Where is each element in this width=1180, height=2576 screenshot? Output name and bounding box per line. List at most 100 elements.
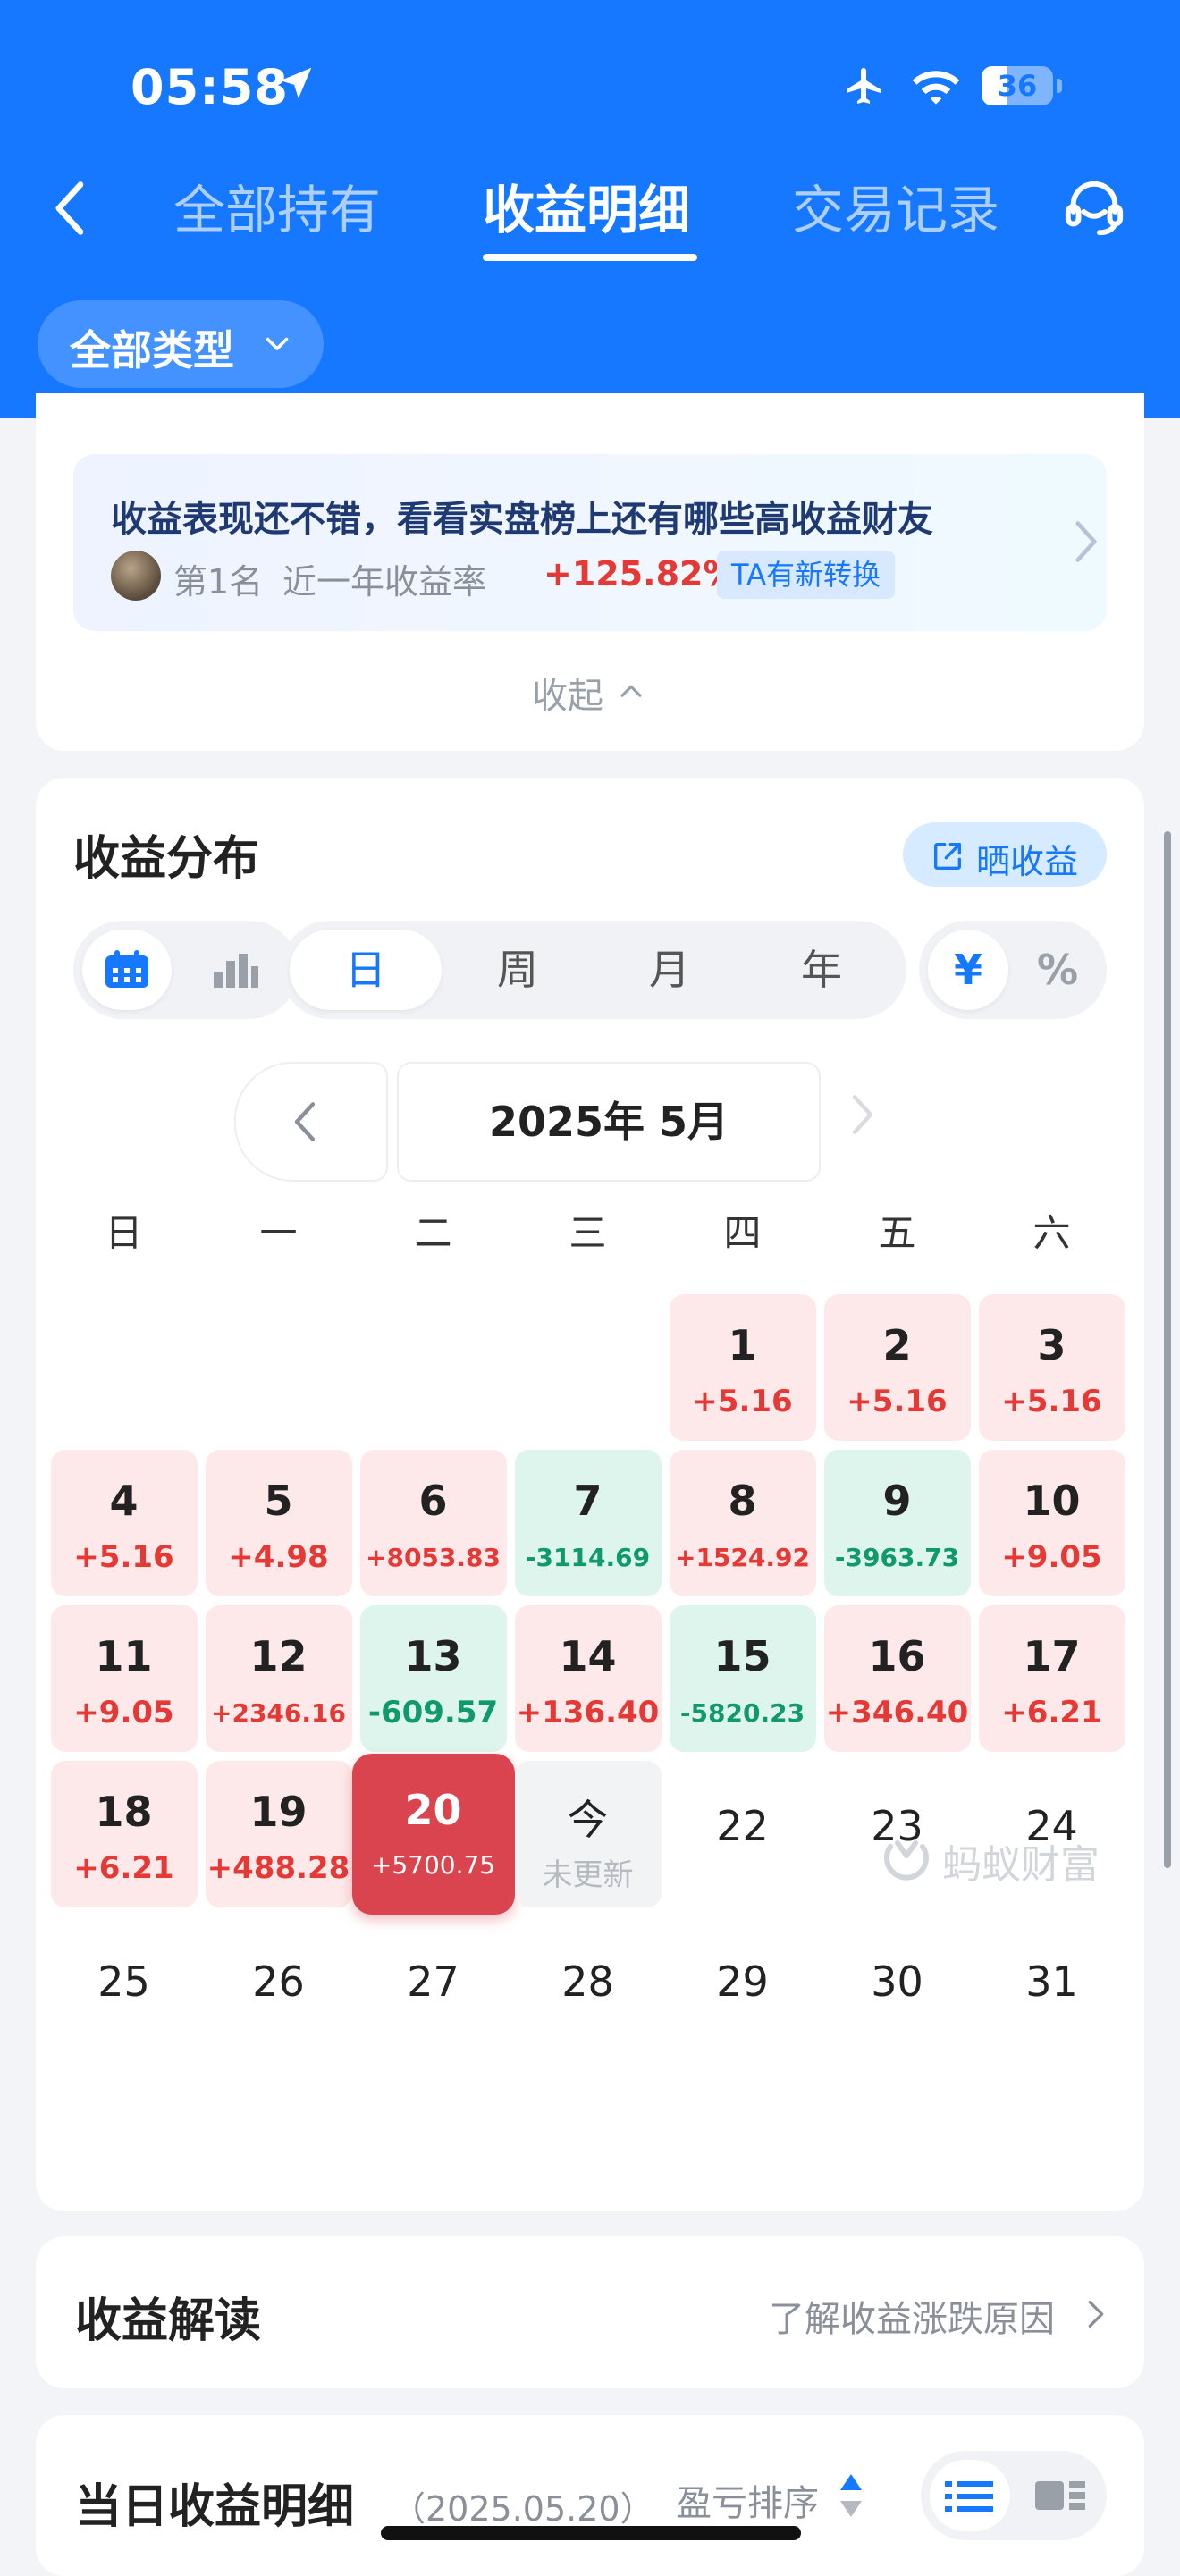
list-view-button[interactable] bbox=[930, 2460, 1010, 2531]
learn-why-label: 了解收益涨跌原因 bbox=[769, 2299, 1055, 2340]
calendar-day-earnings: -3114.69 bbox=[525, 1543, 651, 1572]
calendar-day-cell[interactable]: 20 +5700.75 bbox=[351, 1754, 515, 1915]
calendar-day-number: 26 bbox=[252, 1957, 305, 2006]
status-time: 05:58 bbox=[131, 59, 289, 115]
app-header: 05:58 36 全部持有 收益明细 交易记录 全部类型 bbox=[0, 0, 1180, 418]
customer-service-icon[interactable] bbox=[1062, 177, 1126, 240]
calendar-day-cell[interactable]: 5 +4.98 bbox=[205, 1450, 352, 1596]
calendar-day-number: 11 bbox=[95, 1632, 153, 1680]
calendar-day-cell[interactable]: 11 +9.05 bbox=[50, 1605, 198, 1752]
earnings-reading-card[interactable]: 收益解读 了解收益涨跌原因 bbox=[36, 2236, 1144, 2388]
calendar-day-number: 28 bbox=[561, 1957, 614, 2006]
type-filter-dropdown[interactable]: 全部类型 bbox=[38, 300, 324, 388]
calendar-day-earnings: +5.16 bbox=[692, 1384, 793, 1419]
calendar-day-number: 17 bbox=[1023, 1632, 1081, 1680]
card-view-icon[interactable] bbox=[1035, 2478, 1085, 2513]
daily-earnings-card: 当日收益明细 （2025.05.20） 盈亏排序 bbox=[36, 2415, 1144, 2576]
calendar-day-number: 16 bbox=[868, 1632, 926, 1680]
period-day[interactable]: 日 bbox=[290, 930, 442, 1010]
calendar-day-number: 30 bbox=[871, 1957, 923, 2006]
weekday-tue: 二 bbox=[414, 1211, 452, 1255]
calendar-day-cell: 22 bbox=[670, 1761, 816, 1907]
type-filter-label: 全部类型 bbox=[70, 326, 234, 375]
calendar-day-number: 8 bbox=[728, 1477, 757, 1525]
calendar-day-cell[interactable]: 8 +1524.92 bbox=[669, 1450, 816, 1596]
chevron-right-icon bbox=[1088, 2301, 1104, 2328]
sort-icon bbox=[840, 2474, 862, 2517]
calendar-day-cell[interactable]: 2 +5.16 bbox=[823, 1294, 971, 1441]
weekday-sun: 日 bbox=[105, 1211, 143, 1255]
bar-chart-view-button[interactable] bbox=[186, 930, 284, 1010]
period-month[interactable]: 月 bbox=[594, 930, 746, 1010]
calendar-day-cell: 25 bbox=[51, 1916, 198, 2063]
chevron-up-icon bbox=[620, 685, 642, 697]
period-year[interactable]: 年 bbox=[746, 930, 898, 1010]
calendar-day-cell[interactable]: 14 +136.40 bbox=[514, 1605, 662, 1752]
calendar-day-cell[interactable]: 1 +5.16 bbox=[669, 1294, 816, 1441]
airplane-mode-icon bbox=[847, 68, 881, 104]
calendar-day-cell[interactable]: 3 +5.16 bbox=[978, 1294, 1125, 1441]
collapse-button[interactable]: 收起 bbox=[532, 667, 642, 719]
unit-percent[interactable]: % bbox=[1017, 930, 1098, 1010]
calendar-day-number: 10 bbox=[1023, 1477, 1081, 1525]
calendar-day-cell[interactable]: 12 +2346.16 bbox=[205, 1605, 352, 1752]
calendar-day-cell[interactable]: 4 +5.16 bbox=[50, 1450, 198, 1596]
back-chevron-icon[interactable] bbox=[50, 179, 91, 238]
scrollbar[interactable] bbox=[1164, 831, 1171, 1868]
calendar-day-cell[interactable]: 15 -5820.23 bbox=[669, 1605, 816, 1752]
calendar-day-cell[interactable]: 19 +488.28 bbox=[205, 1761, 352, 1907]
banner-badge: TA有新转换 bbox=[717, 551, 895, 599]
previous-month-button[interactable] bbox=[234, 1062, 388, 1182]
calendar-day-earnings: +9.05 bbox=[73, 1695, 174, 1730]
calendar-view-button[interactable] bbox=[82, 930, 172, 1010]
weekday-wed: 三 bbox=[569, 1211, 607, 1255]
calendar-day-earnings: -3963.73 bbox=[834, 1543, 960, 1572]
collapse-label: 收起 bbox=[532, 676, 603, 717]
tab-all-holdings[interactable]: 全部持有 bbox=[173, 168, 381, 243]
ranking-card: 收益表现还不错，看看实盘榜上还有哪些高收益财友 第1名 近一年收益率 +125.… bbox=[36, 393, 1144, 751]
period-week[interactable]: 周 bbox=[442, 930, 594, 1010]
calendar-day-cell[interactable]: 18 +6.21 bbox=[50, 1761, 198, 1907]
view-toggle bbox=[73, 921, 299, 1019]
tab-transaction-records[interactable]: 交易记录 bbox=[792, 168, 999, 243]
banner-rank: 第1名 bbox=[173, 562, 264, 602]
calendar-day-cell[interactable]: 6 +8053.83 bbox=[359, 1450, 507, 1596]
calendar-day-cell[interactable]: 10 +9.05 bbox=[978, 1450, 1125, 1596]
calendar-day-number: 12 bbox=[249, 1632, 308, 1680]
share-earnings-button[interactable]: 晒收益 bbox=[903, 822, 1107, 887]
calendar-day-cell: 29 bbox=[670, 1916, 816, 2063]
tab-earnings-detail[interactable]: 收益明细 bbox=[483, 168, 690, 243]
calendar-day-earnings: 未更新 bbox=[542, 1857, 634, 1893]
home-indicator[interactable] bbox=[381, 2526, 801, 2540]
unit-toggle: ¥ % bbox=[919, 921, 1107, 1019]
calendar-day-earnings: +1524.92 bbox=[675, 1543, 810, 1572]
current-month[interactable]: 2025年 5月 bbox=[397, 1062, 821, 1182]
earnings-distribution-card: 收益分布 晒收益 日 周 月 年 ¥ % 2025年 5月 日 一 二 三 四 … bbox=[36, 778, 1144, 2211]
calendar-day-earnings: +9.05 bbox=[1001, 1539, 1102, 1575]
calendar-day-number: 7 bbox=[573, 1477, 603, 1525]
learn-why-link[interactable]: 了解收益涨跌原因 bbox=[769, 2290, 1104, 2342]
calendar-day-earnings: +4.98 bbox=[228, 1539, 329, 1575]
calendar-day-number: 13 bbox=[404, 1632, 462, 1680]
banner-title: 收益表现还不错，看看实盘榜上还有哪些高收益财友 bbox=[111, 499, 933, 540]
calendar-day-cell[interactable]: 9 -3963.73 bbox=[823, 1450, 971, 1596]
calendar-day-cell[interactable]: 今未更新 bbox=[514, 1761, 662, 1907]
calendar-day-earnings: +346.40 bbox=[825, 1695, 969, 1730]
calendar-day-cell[interactable]: 16 +346.40 bbox=[823, 1605, 971, 1752]
calendar-day-number: 6 bbox=[418, 1477, 448, 1525]
calendar-day-number: 15 bbox=[713, 1632, 771, 1680]
weekday-sat: 六 bbox=[1032, 1211, 1071, 1255]
ant-fortune-logo-icon bbox=[884, 1840, 929, 1881]
calendar-day-earnings: +488.28 bbox=[206, 1850, 350, 1886]
daily-title: 当日收益明细 bbox=[75, 2480, 355, 2534]
ranking-banner[interactable]: 收益表现还不错，看看实盘榜上还有哪些高收益财友 第1名 近一年收益率 +125.… bbox=[73, 454, 1107, 631]
unit-currency[interactable]: ¥ bbox=[928, 930, 1008, 1010]
calendar-day-cell: 28 bbox=[515, 1916, 662, 2063]
active-tab-indicator bbox=[483, 254, 697, 261]
calendar-day-cell[interactable]: 13 -609.57 bbox=[359, 1605, 507, 1752]
calendar-day-number: 22 bbox=[716, 1802, 769, 1850]
calendar-day-earnings: +8053.83 bbox=[366, 1543, 501, 1572]
calendar-day-cell[interactable]: 7 -3114.69 bbox=[514, 1450, 662, 1596]
calendar-day-cell[interactable]: 17 +6.21 bbox=[978, 1605, 1125, 1752]
sort-by-profit-button[interactable]: 盈亏排序 bbox=[676, 2474, 819, 2526]
